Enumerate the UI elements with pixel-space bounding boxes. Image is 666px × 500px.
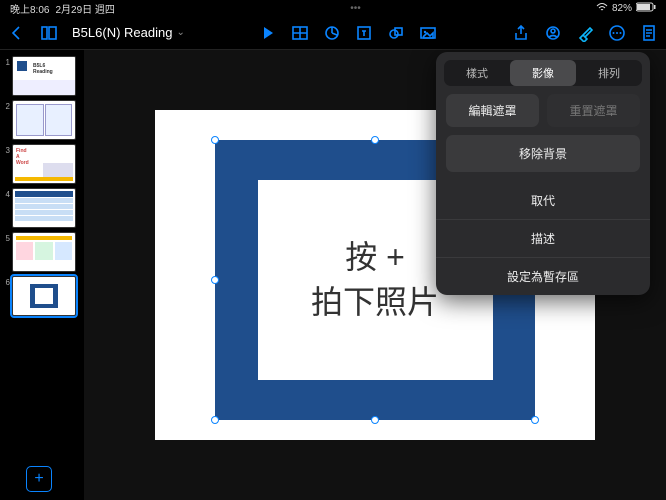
battery-percent: 82%	[612, 3, 632, 14]
collaborate-icon[interactable]	[544, 24, 562, 42]
shape-icon[interactable]	[387, 24, 405, 42]
document-settings-icon[interactable]	[640, 24, 658, 42]
play-button[interactable]	[259, 24, 277, 42]
document-title[interactable]: B5L6(N) Reading ⌄	[72, 25, 185, 40]
edit-mask-button[interactable]: 編輯遮罩	[446, 94, 539, 127]
toolbar: B5L6(N) Reading ⌄	[0, 16, 666, 50]
tab-image[interactable]: 影像	[510, 60, 576, 86]
format-popover: 樣式 影像 排列 編輯遮罩 重置遮罩 移除背景 取代 描述 設定為暫存區	[436, 52, 650, 295]
add-slide-button[interactable]: +	[26, 466, 52, 492]
slide-thumbnails-panel: 1 B5L6Reading 2 3 FindAWord 4 5 6 +	[0, 50, 84, 500]
format-tabs: 樣式 影像 排列	[444, 60, 642, 86]
status-dots: •••	[115, 3, 596, 14]
reset-mask-button: 重置遮罩	[547, 94, 640, 127]
chevron-down-icon: ⌄	[176, 27, 184, 38]
thumbnail-2[interactable]	[12, 100, 76, 140]
format-brush-icon[interactable]	[576, 24, 594, 42]
tab-style[interactable]: 樣式	[444, 60, 510, 86]
share-icon[interactable]	[512, 24, 530, 42]
status-bar: 晚上8:06 2月29日 週四 ••• 82%	[0, 0, 666, 16]
thumbnail-6[interactable]	[12, 276, 76, 316]
selection-handle[interactable]	[211, 276, 219, 284]
thumbnail-4[interactable]	[12, 188, 76, 228]
table-icon[interactable]	[291, 24, 309, 42]
thumbnail-1[interactable]: B5L6Reading	[12, 56, 76, 96]
tab-arrange[interactable]: 排列	[576, 60, 642, 86]
describe-button[interactable]: 描述	[436, 219, 650, 257]
wifi-icon	[596, 2, 608, 15]
selection-handle[interactable]	[371, 136, 379, 144]
status-time: 晚上8:06	[10, 1, 49, 16]
status-date: 2月29日 週四	[55, 1, 114, 16]
more-icon[interactable]	[608, 24, 626, 42]
selection-handle[interactable]	[371, 416, 379, 424]
selection-handle[interactable]	[211, 136, 219, 144]
chart-icon[interactable]	[323, 24, 341, 42]
remove-background-button[interactable]: 移除背景	[446, 135, 640, 172]
text-icon[interactable]	[355, 24, 373, 42]
media-icon[interactable]	[419, 24, 437, 42]
slide-navigator-icon[interactable]	[40, 24, 58, 42]
back-button[interactable]	[8, 24, 26, 42]
set-placeholder-button[interactable]: 設定為暫存區	[436, 257, 650, 295]
thumbnail-3[interactable]: FindAWord	[12, 144, 76, 184]
replace-button[interactable]: 取代	[436, 182, 650, 219]
selection-handle[interactable]	[211, 416, 219, 424]
thumbnail-5[interactable]	[12, 232, 76, 272]
selection-handle[interactable]	[531, 416, 539, 424]
battery-icon	[636, 2, 656, 15]
